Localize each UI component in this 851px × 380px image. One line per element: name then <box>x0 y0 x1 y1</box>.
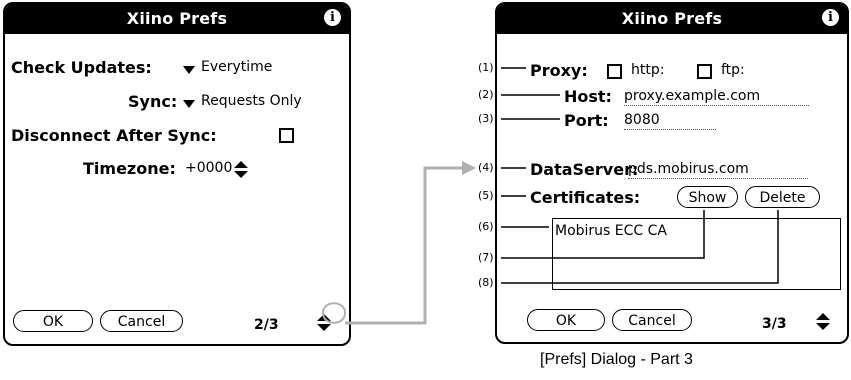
annotation-lines <box>321 67 779 325</box>
figure-caption: [Prefs] Dialog - Part 3 <box>540 351 693 368</box>
marker-2: (2) <box>478 88 494 101</box>
marker-8: (8) <box>478 276 494 289</box>
highlight-ring <box>321 302 347 324</box>
marker-5: (5) <box>478 189 494 202</box>
marker-3: (3) <box>478 112 494 125</box>
marker-1: (1) <box>478 61 494 74</box>
marker-6: (6) <box>478 220 494 233</box>
marker-4: (4) <box>478 161 494 174</box>
connector-line <box>345 166 465 325</box>
marker-7: (7) <box>478 251 494 264</box>
connector-arrowhead-icon <box>462 161 476 175</box>
